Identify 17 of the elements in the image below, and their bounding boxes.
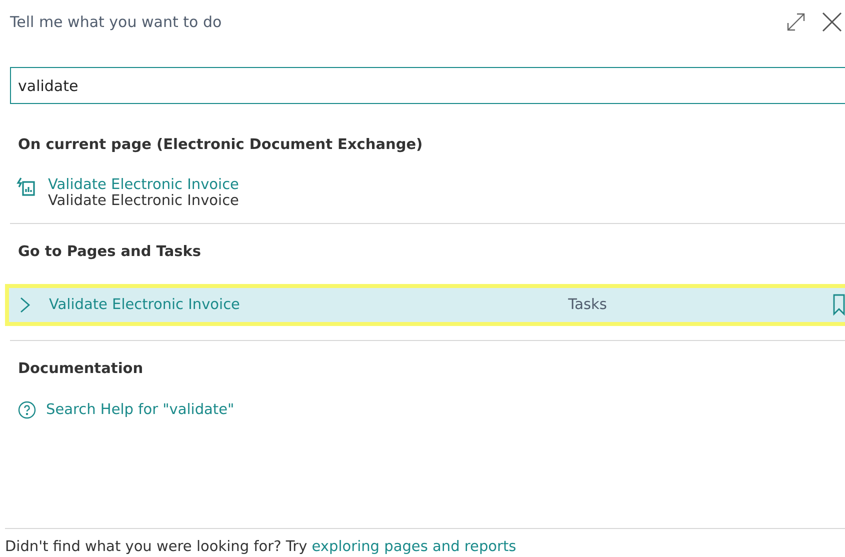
chevron-icon xyxy=(19,296,31,314)
section-title: Documentation xyxy=(18,361,144,377)
bookmark-icon[interactable] xyxy=(832,294,845,316)
action-link[interactable]: Validate Electronic Invoice xyxy=(48,177,239,193)
section-title: Go to Pages and Tasks xyxy=(18,244,202,260)
help-icon xyxy=(18,401,36,419)
footer-text: Didn't find what you were looking for? Try exploring pages and reports xyxy=(5,528,845,555)
help-link[interactable]: Search Help for "validate" xyxy=(46,402,234,418)
dialog-title: Tell me what you want to do xyxy=(10,13,223,31)
section-title: On current page (Electronic Document Exchange) xyxy=(18,137,424,153)
search-field[interactable]: validate xyxy=(10,67,845,104)
action-description: Validate Electronic Invoice xyxy=(48,193,239,209)
result-row[interactable]: Validate Electronic Invoice Tasks xyxy=(5,284,845,326)
report-icon xyxy=(16,177,36,197)
page-link[interactable]: Validate Electronic Invoice xyxy=(49,297,240,313)
explore-link[interactable]: exploring pages and reports xyxy=(312,539,516,555)
category-label: Tasks xyxy=(568,297,607,313)
